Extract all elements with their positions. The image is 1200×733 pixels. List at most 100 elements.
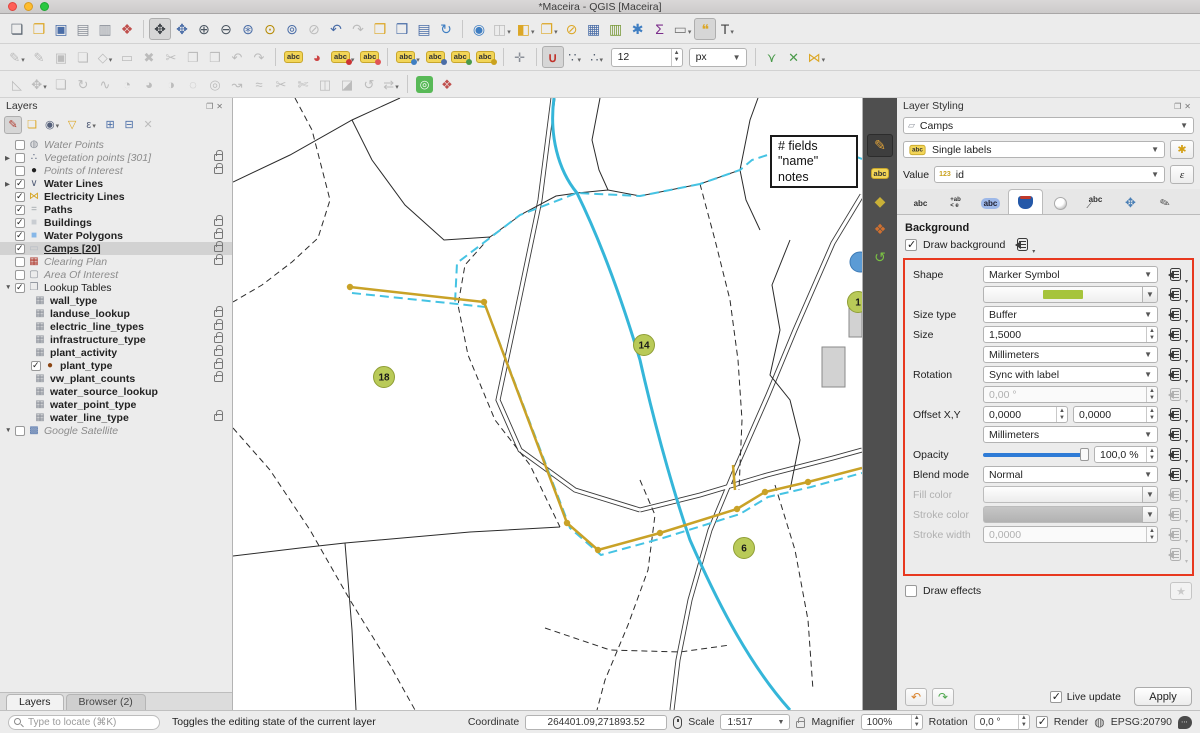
layer-visibility-checkbox[interactable]	[15, 192, 25, 202]
layer-visibility-checkbox[interactable]	[15, 257, 25, 267]
zoom-next-button[interactable]: ↷	[347, 18, 369, 40]
data-defined-override-button[interactable]	[1164, 308, 1184, 322]
layer-visibility-checkbox[interactable]	[15, 205, 25, 215]
dropdown-arrow-icon[interactable]: ▾	[688, 28, 692, 39]
label-tab-formatting[interactable]: +ab< e	[938, 191, 973, 214]
bookmark-manager-button[interactable]: ▤	[413, 18, 435, 40]
split-parts-button[interactable]: ✄	[292, 73, 314, 95]
data-defined-override-button[interactable]	[1164, 408, 1184, 422]
stepper-icon[interactable]: ▲▼	[1018, 715, 1029, 729]
pin-labels-button[interactable]: abc▾	[328, 46, 357, 68]
coordinate-input[interactable]: 264401.09,271893.52	[525, 715, 667, 730]
apply-button[interactable]: Apply	[1134, 687, 1192, 706]
label-tab-shadow[interactable]	[1043, 191, 1078, 214]
dropdown-arrow-icon[interactable]: ▾	[822, 56, 826, 67]
spinbox[interactable]: 100,0 %▲▼	[1094, 446, 1158, 463]
chevron-down-icon[interactable]: ▼	[1142, 286, 1158, 303]
data-defined-override-button[interactable]	[1164, 268, 1184, 282]
dropdown-arrow-icon[interactable]: ▾	[507, 28, 511, 39]
new-bookmark-button[interactable]: ❒	[369, 18, 391, 40]
select-by-value-button[interactable]: ◫▾	[490, 18, 514, 40]
expander-icon[interactable]: ▼	[5, 284, 15, 291]
label-tab-placement[interactable]: ✥	[1113, 191, 1148, 214]
zoom-in-button[interactable]: ⊕	[193, 18, 215, 40]
label-mode-combo[interactable]: abc Single labels ▼	[903, 141, 1165, 158]
expander-icon[interactable]: ▶	[5, 154, 15, 162]
layer-visibility-checkbox[interactable]	[15, 218, 25, 228]
statistics-panel-button[interactable]: ▥	[605, 18, 627, 40]
stepper-icon[interactable]: ▲▼	[1146, 407, 1157, 422]
panel-tab-browser-2[interactable]: Browser (2)	[66, 694, 146, 710]
pan-to-selection-button[interactable]: ✥	[171, 18, 193, 40]
dropdown[interactable]: Millimeters▼	[983, 346, 1158, 363]
draw-effects-checkbox[interactable]	[905, 585, 917, 597]
offset-point-symbol-button[interactable]: ⇄▾	[380, 73, 402, 95]
close-panel-icon[interactable]: ✕	[1184, 102, 1194, 111]
filter-expression-button[interactable]: ε▾	[82, 116, 100, 134]
layer-item-google-satellite[interactable]: ▼▩Google Satellite	[0, 424, 232, 437]
stepper-icon[interactable]: ▲▼	[1146, 447, 1157, 462]
delete-selected-button[interactable]: ✖	[138, 46, 160, 68]
layer-item-landuse-lookup[interactable]: ▦landuse_lookup	[0, 307, 232, 320]
add-part-button[interactable]: ◕	[138, 73, 160, 95]
layer-item-infrastructure-type[interactable]: ▦infrastructure_type	[0, 333, 232, 346]
render-checkbox[interactable]	[1036, 716, 1048, 728]
mouse-position-icon[interactable]	[673, 716, 682, 729]
change-label-button[interactable]: abc	[473, 46, 498, 68]
data-defined-override-button[interactable]	[1011, 238, 1031, 252]
layer-selector-combo[interactable]: ▱ Camps ▼	[903, 117, 1194, 134]
locator-input[interactable]	[8, 715, 160, 730]
panel-tab-layers[interactable]: Layers	[6, 694, 64, 710]
crosshair-button[interactable]: ✛	[509, 46, 531, 68]
stepper-icon[interactable]: ▲▼	[671, 49, 682, 66]
copy-features-button[interactable]: ❐	[182, 46, 204, 68]
layer-item-plant-activity[interactable]: ▦plant_activity	[0, 346, 232, 359]
spinbox[interactable]: 0,0000▲▼	[1073, 406, 1158, 423]
expression-builder-button[interactable]: ε	[1170, 165, 1194, 184]
pan-map-button[interactable]: ✥	[149, 18, 171, 40]
layer-item-plant-type[interactable]: ●plant_type	[0, 359, 232, 372]
filter-legend-button[interactable]: ▽	[63, 116, 81, 134]
layer-item-water-lines[interactable]: ▶∨Water Lines	[0, 177, 232, 190]
layer-visibility-checkbox[interactable]	[15, 283, 25, 293]
show-hide-labels-button[interactable]: abc▾	[393, 46, 422, 68]
deselect-all-layers-button[interactable]: ⊘	[561, 18, 583, 40]
cad-tools-button[interactable]: ◺	[6, 73, 28, 95]
new-print-layout-button[interactable]: ▤	[72, 18, 94, 40]
undock-panel-icon[interactable]: ❐	[206, 102, 216, 111]
slider-thumb[interactable]	[1080, 448, 1089, 461]
layout-manager-button[interactable]: ▥	[94, 18, 116, 40]
label-tab-rendering[interactable]: ✎	[1148, 191, 1183, 214]
automated-placement-button[interactable]: ✱	[1170, 140, 1194, 159]
style-manager-button[interactable]: ❖	[116, 18, 138, 40]
dropdown-arrow-icon[interactable]: ▾	[92, 122, 96, 133]
stepper-icon[interactable]: ▲▼	[1056, 407, 1067, 422]
layer-item-paths[interactable]: =Paths	[0, 203, 232, 216]
magnifier-spin[interactable]: 100%▲▼	[861, 714, 923, 730]
dropdown-arrow-icon[interactable]: ▾	[43, 83, 47, 94]
dropdown[interactable]: Normal▼	[983, 466, 1158, 483]
layer-visibility-checkbox[interactable]	[15, 140, 25, 150]
save-edits-button[interactable]: ▣	[50, 46, 72, 68]
map-tools-plugin-button[interactable]: ❖	[436, 73, 458, 95]
spinbox[interactable]: 1,5000▲▼	[983, 326, 1158, 343]
measure-button[interactable]: ▭▾	[671, 18, 695, 40]
layer-item-water-line-type[interactable]: ▦water_line_type	[0, 411, 232, 424]
snapping-units-select[interactable]: px▼	[689, 48, 747, 67]
add-group-button[interactable]: ❏	[23, 116, 41, 134]
layer-item-lookup-tables[interactable]: ▼❒Lookup Tables	[0, 281, 232, 294]
layer-item-camps-20[interactable]: ▭Camps [20]	[0, 242, 232, 255]
stepper-icon[interactable]: ▲▼	[911, 715, 922, 729]
snapping-type-button[interactable]: ∴▾	[586, 46, 608, 68]
select-features-button[interactable]: ◧▾	[514, 18, 538, 40]
map-canvas[interactable]: 181461 # fields "name" notes	[233, 98, 862, 710]
dropdown[interactable]: Sync with label▼	[983, 366, 1158, 383]
data-defined-override-button[interactable]	[1164, 288, 1184, 302]
data-defined-override-button[interactable]	[1164, 368, 1184, 382]
expand-all-button[interactable]: ⊞	[101, 116, 119, 134]
dropdown-arrow-icon[interactable]: ▾	[577, 56, 581, 67]
add-feature-button[interactable]: ❏	[72, 46, 94, 68]
undo-button[interactable]: ↶	[226, 46, 248, 68]
dropdown-arrow-icon[interactable]: ▾	[554, 28, 558, 39]
delete-part-button[interactable]: ◎	[204, 73, 226, 95]
